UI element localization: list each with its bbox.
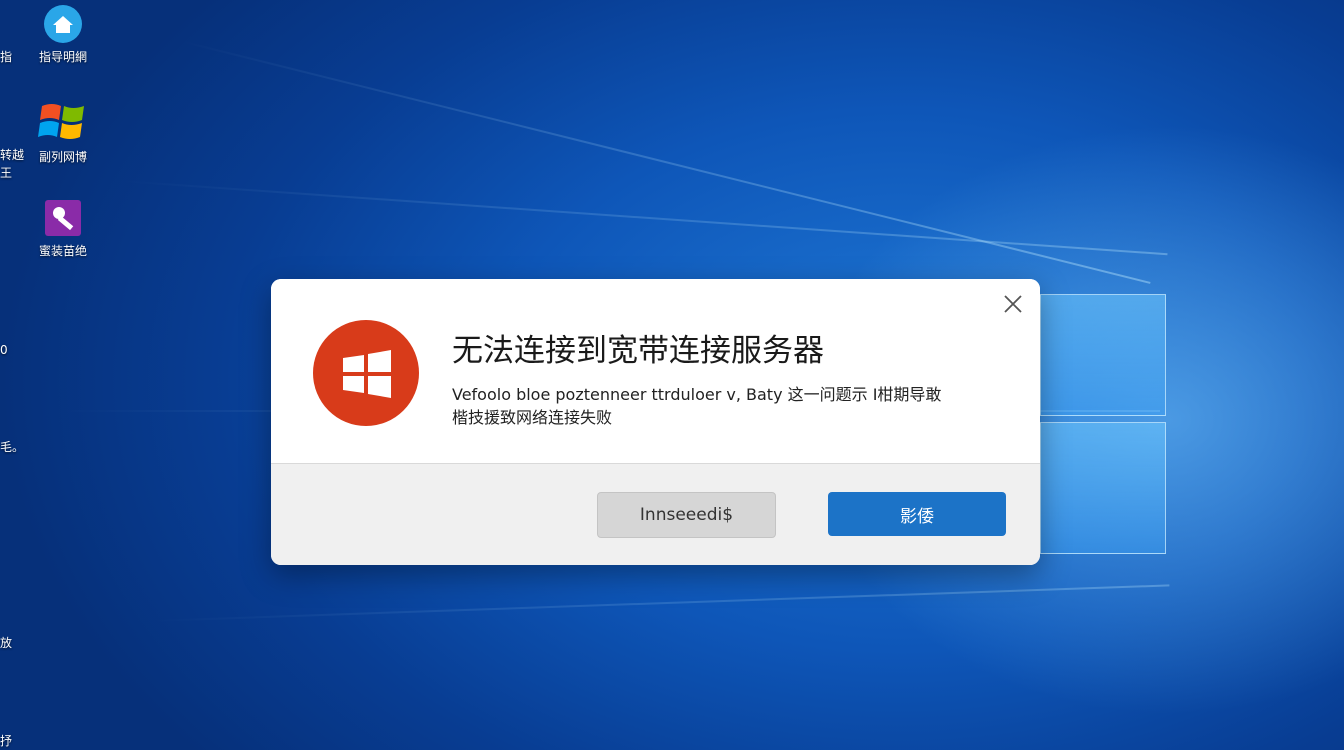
desktop-icon-label: 副列网博 [38, 150, 87, 164]
desktop-icon-network[interactable]: 指导明網 [26, 4, 100, 65]
desktop-icon-windows[interactable]: 副列网博 [26, 96, 100, 165]
close-button[interactable] [1000, 291, 1026, 317]
network-icon [43, 4, 83, 44]
desktop-icon-label: 蜜装苗绝 [38, 244, 87, 258]
windows-icon [38, 96, 88, 146]
edge-label: 0 [0, 343, 8, 357]
desktop-icon-label: 指导明網 [38, 50, 87, 64]
edge-label: 王 [0, 166, 13, 180]
edge-label: 抒 [0, 734, 13, 748]
windows-error-icon [313, 320, 419, 426]
edge-label: 放 [0, 636, 13, 650]
secondary-button[interactable]: Innseeedi$ [597, 492, 776, 538]
dialog-message-line: Vefoolo bloe poztenneer ttrduloer v, Bat… [452, 385, 942, 404]
dialog-message-line: 楷技援致网络连接失败 [452, 408, 613, 427]
primary-button[interactable]: 影倭 [828, 492, 1006, 536]
dialog-content: 无法连接到宽带连接服务器 Vefoolo bloe poztenneer ttr… [271, 279, 1040, 464]
close-icon [1004, 295, 1022, 313]
dialog-title: 无法连接到宽带连接服务器 [452, 333, 824, 369]
edge-label: 毛。 [0, 440, 25, 454]
dialog-message: Vefoolo bloe poztenneer ttrduloer v, Bat… [452, 383, 992, 429]
error-dialog: 无法连接到宽带连接服务器 Vefoolo bloe poztenneer ttr… [271, 279, 1040, 565]
wallpaper-windows-logo [1040, 252, 1170, 596]
edge-label: 转越 [0, 148, 25, 162]
edge-label: 指 [0, 50, 13, 64]
tools-icon [43, 198, 83, 238]
desktop-icon-tools[interactable]: 蜜装苗绝 [26, 198, 100, 259]
